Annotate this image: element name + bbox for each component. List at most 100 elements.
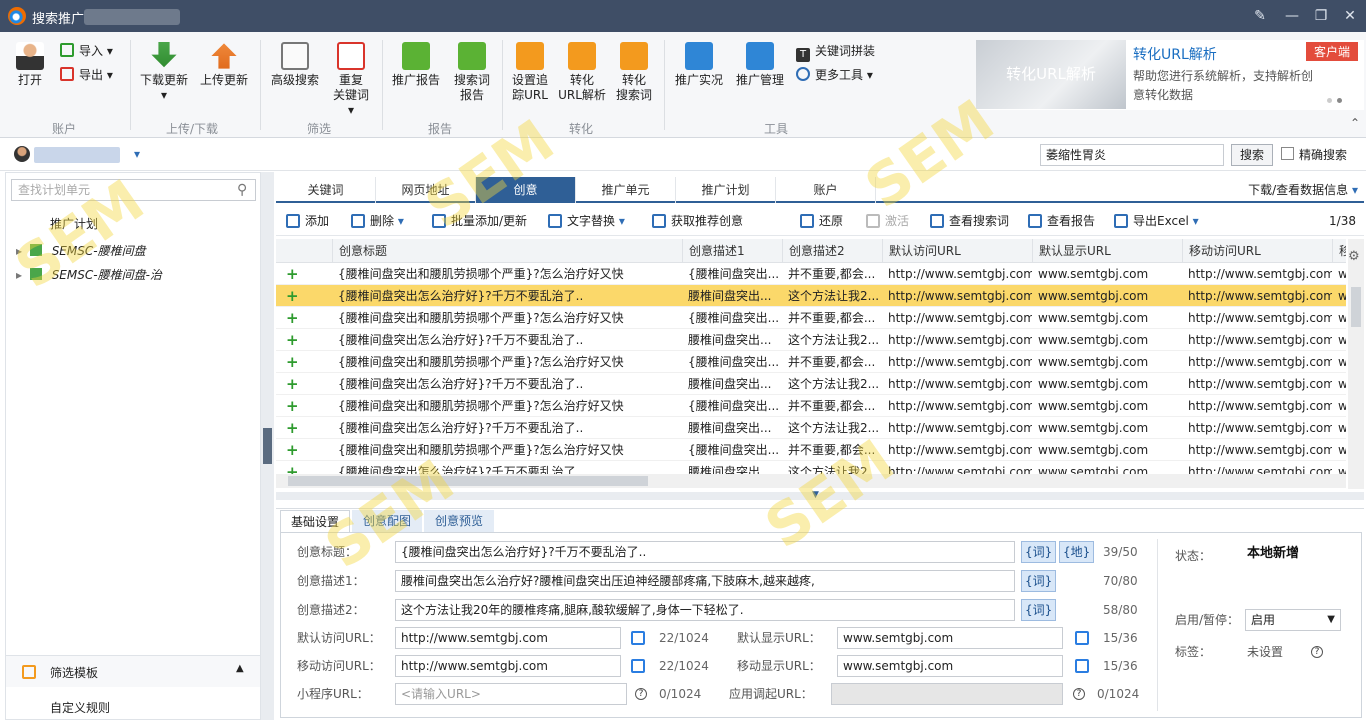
table-cell[interactable]: www.semtgbj.com	[1032, 329, 1182, 351]
table-cell[interactable]: http://www.semtgbj.com	[882, 395, 1032, 417]
promo-live-button[interactable]: 推广实况	[672, 42, 726, 88]
table-cell[interactable]: {腰椎间盘突出怎么治疗好}?千万不要乱治了..	[332, 329, 682, 351]
column-settings-gear-icon[interactable]: ⚙	[1348, 249, 1360, 264]
table-cell[interactable]: www.semtgbj.com	[1032, 263, 1182, 285]
table-cell[interactable]: w	[1332, 439, 1346, 461]
tab-creative[interactable]: 创意	[476, 177, 576, 203]
mini-program-input[interactable]: <请输入URL>	[395, 683, 627, 705]
enable-select[interactable]: 启用 ▼	[1245, 609, 1341, 631]
col-header-desc1[interactable]: 创意描述1	[682, 239, 782, 263]
table-cell[interactable]: http://www.semtgbj.com	[1182, 351, 1332, 373]
table-cell[interactable]: www.semtgbj.com	[1032, 439, 1182, 461]
table-cell[interactable]: http://www.semtgbj.com	[1182, 439, 1332, 461]
promo-banner[interactable]: 转化URL解析 转化URL解析 客户端 帮助您进行系统解析，支持解析创意转化数据	[976, 40, 1364, 110]
table-cell[interactable]: 腰椎间盘突出...	[682, 373, 782, 395]
view-search-term-button[interactable]: 查看搜索词	[930, 212, 1009, 230]
col-header-desc2[interactable]: 创意描述2	[782, 239, 882, 263]
col-header-mobile-url[interactable]: 移动访问URL	[1182, 239, 1332, 263]
table-cell[interactable]: {腰椎间盘突出...	[682, 263, 782, 285]
panel-splitter[interactable]	[261, 172, 274, 720]
table-cell[interactable]: http://www.semtgbj.com	[882, 439, 1032, 461]
table-row[interactable]: + {腰椎间盘突出和腰肌劳损哪个严重}?怎么治疗好又快 {腰椎间盘突出... 并不重要…	[276, 395, 1346, 417]
table-cell[interactable]: {腰椎间盘突出和腰肌劳损哪个严重}?怎么治疗好又快	[332, 439, 682, 461]
grid-horizontal-scrollbar[interactable]	[276, 474, 1346, 488]
table-cell[interactable]: {腰椎间盘突出...	[682, 307, 782, 329]
table-cell[interactable]: 并不重要,都会...	[782, 439, 882, 461]
search-icon[interactable]: ⚲	[237, 182, 247, 198]
table-row[interactable]: + {腰椎间盘突出和腰肌劳损哪个严重}?怎么治疗好又快 {腰椎间盘突出... 并不重要…	[276, 307, 1346, 329]
table-cell[interactable]: 腰椎间盘突出...	[682, 417, 782, 439]
help-icon[interactable]: ?	[1311, 646, 1323, 658]
carousel-dot[interactable]	[1327, 98, 1332, 103]
table-row[interactable]: + {腰椎间盘突出怎么治疗好}?千万不要乱治了.. 腰椎间盘突出... 这个方法让我2…	[276, 329, 1346, 351]
table-cell[interactable]: http://www.semtgbj.com	[882, 329, 1032, 351]
restore-button[interactable]: 还原	[800, 212, 843, 230]
export-excel-button[interactable]: 导出Excel ▾	[1114, 212, 1199, 230]
table-cell[interactable]: 这个方法让我2...	[782, 373, 882, 395]
col-header-default-url[interactable]: 默认访问URL	[882, 239, 1032, 263]
table-cell[interactable]: {腰椎间盘突出...	[682, 351, 782, 373]
table-row[interactable]: + {腰椎间盘突出和腰肌劳损哪个严重}?怎么治疗好又快 {腰椎间盘突出... 并不重要…	[276, 263, 1346, 285]
table-cell[interactable]: www.semtgbj.com	[1032, 373, 1182, 395]
text-replace-button[interactable]: 文字替换 ▾	[548, 212, 625, 230]
table-row[interactable]: + {腰椎间盘突出怎么治疗好}?千万不要乱治了.. 腰椎间盘突出... 这个方法让我2…	[276, 285, 1346, 307]
feedback-icon[interactable]: ✎	[1250, 6, 1270, 26]
table-cell[interactable]: 这个方法让我2...	[782, 329, 882, 351]
table-cell[interactable]: http://www.semtgbj.com	[1182, 373, 1332, 395]
table-row[interactable]: + {腰椎间盘突出和腰肌劳损哪个严重}?怎么治疗好又快 {腰椎间盘突出... 并不重要…	[276, 351, 1346, 373]
scroll-thumb[interactable]	[1351, 287, 1361, 327]
splitter-arrow-icon[interactable]: ▼	[812, 490, 819, 500]
table-cell[interactable]: www.semtgbj.com	[1032, 351, 1182, 373]
delete-button[interactable]: 删除 ▾	[351, 212, 404, 230]
recommend-button[interactable]: 获取推荐创意	[652, 212, 743, 230]
top-search-button[interactable]: 搜索	[1231, 144, 1273, 166]
insert-word-tag[interactable]: {词}	[1021, 541, 1057, 563]
desc1-input[interactable]: 腰椎间盘突出怎么治疗好?腰椎间盘突出压迫神经腰部疼痛,下肢麻木,越来越疼,	[395, 570, 1015, 592]
table-row[interactable]: + {腰椎间盘突出怎么治疗好}?千万不要乱治了.. 腰椎间盘突出... 这个方法让我2…	[276, 417, 1346, 439]
more-tools-button[interactable]: 更多工具 ▾	[796, 66, 873, 84]
filter-template-header[interactable]: 筛选模板 ▲	[6, 655, 260, 687]
tab-basic-settings[interactable]: 基础设置	[280, 510, 350, 532]
table-cell[interactable]: 这个方法让我2...	[782, 285, 882, 307]
table-cell[interactable]: w	[1332, 307, 1346, 329]
scroll-thumb[interactable]	[288, 476, 648, 486]
open-link-icon[interactable]	[1075, 631, 1089, 645]
open-link-icon[interactable]	[631, 659, 645, 673]
desc2-input[interactable]: 这个方法让我20年的腰椎疼痛,腿麻,酸软缓解了,身体一下轻松了.	[395, 599, 1015, 621]
table-cell[interactable]: http://www.semtgbj.com	[1182, 417, 1332, 439]
grid-vertical-scrollbar[interactable]	[1348, 239, 1364, 489]
duplicate-keyword-button[interactable]: 重复 关键词 ▾	[328, 42, 374, 118]
add-button[interactable]: 添加	[286, 212, 329, 230]
table-cell[interactable]: {腰椎间盘突出怎么治疗好}?千万不要乱治了..	[332, 417, 682, 439]
table-cell[interactable]: w	[1332, 373, 1346, 395]
collapse-ribbon-icon[interactable]: ⌃	[1350, 116, 1360, 130]
table-cell[interactable]: {腰椎间盘突出和腰肌劳损哪个严重}?怎么治疗好又快	[332, 351, 682, 373]
upload-update-button[interactable]: 上传更新	[198, 42, 250, 88]
table-cell[interactable]: {腰椎间盘突出和腰肌劳损哪个严重}?怎么治疗好又快	[332, 263, 682, 285]
table-cell[interactable]: 这个方法让我2...	[782, 417, 882, 439]
open-link-icon[interactable]	[1075, 659, 1089, 673]
table-cell[interactable]: www.semtgbj.com	[1032, 307, 1182, 329]
top-search-input[interactable]: 萎缩性胃炎	[1040, 144, 1224, 166]
table-cell[interactable]: w	[1332, 351, 1346, 373]
insert-place-tag[interactable]: {地}	[1059, 541, 1095, 563]
grid-detail-splitter[interactable]: ▼	[276, 490, 1364, 500]
track-url-button[interactable]: 设置追 踪URL	[508, 42, 552, 103]
tab-ad-unit[interactable]: 推广单元	[576, 177, 676, 203]
tree-node-plan[interactable]: ▸ SEMSC-腰椎间盘-治	[6, 263, 260, 287]
table-cell[interactable]: 并不重要,都会...	[782, 263, 882, 285]
advanced-search-button[interactable]: 高级搜索	[268, 42, 322, 88]
app-url-input[interactable]	[831, 683, 1063, 705]
open-link-icon[interactable]	[631, 631, 645, 645]
plan-search-input[interactable]: 查找计划单元	[11, 179, 256, 201]
table-cell[interactable]: http://www.semtgbj.com	[882, 417, 1032, 439]
table-cell[interactable]: http://www.semtgbj.com	[1182, 395, 1332, 417]
table-cell[interactable]: w	[1332, 329, 1346, 351]
collapse-handle[interactable]	[263, 428, 272, 464]
keyword-combine-button[interactable]: T 关键词拼装	[796, 42, 875, 62]
table-cell[interactable]: http://www.semtgbj.com	[882, 351, 1032, 373]
insert-word-tag[interactable]: {词}	[1021, 570, 1057, 592]
tab-creative-images[interactable]: 创意配图	[352, 510, 422, 532]
default-display-input[interactable]: www.semtgbj.com	[837, 627, 1063, 649]
tab-account[interactable]: 账户	[776, 177, 876, 203]
